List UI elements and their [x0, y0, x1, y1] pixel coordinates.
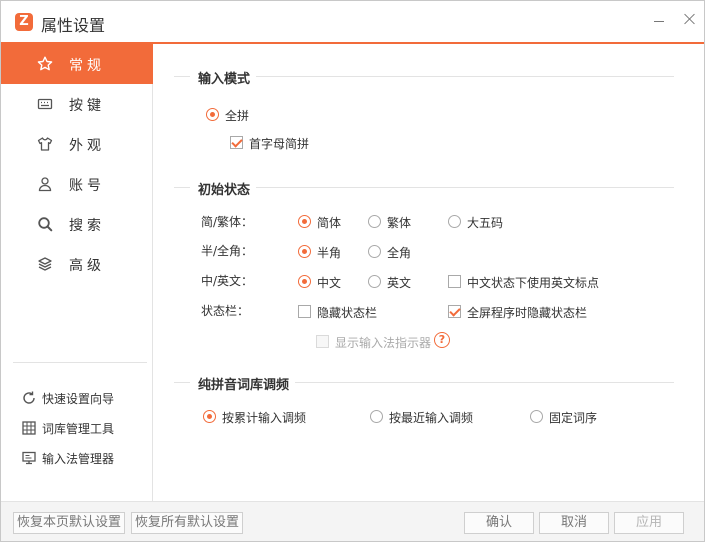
radio-indicator: [203, 410, 216, 423]
footer-bar: 恢复本页默认设置 恢复所有默认设置 确认 取消 应用: [1, 501, 704, 541]
sidebar: 常规 按键 外观 账号 搜索 高级 快速设置向导 词库管理工具 输入法管理器: [1, 44, 153, 501]
checkbox-indicator: [316, 335, 329, 348]
tool-label: 词库管理工具: [42, 422, 115, 436]
close-icon[interactable]: [680, 9, 700, 29]
option-label: 固定词序: [549, 411, 598, 425]
help-icon[interactable]: ?: [434, 332, 450, 348]
row-label-chinese-english: 中/英文：: [201, 274, 254, 288]
sidebar-item-label: 账号: [69, 178, 105, 194]
monitor-icon: [22, 451, 36, 465]
section-title-pinyin-tuning: 纯拼音词库调频: [190, 374, 296, 393]
grid-icon: [22, 421, 36, 435]
settings-window: 属性设置 常规 按键 外观 账号 搜索 高级: [0, 0, 705, 542]
sidebar-item-label: 搜索: [69, 218, 105, 234]
option-label: 全拼: [225, 109, 250, 123]
quick-setup-wizard-link[interactable]: 快速设置向导: [21, 388, 151, 408]
settings-panel: 输入模式 全拼 首字母简拼 初始状态 简/繁体： 简体 繁体 大五码 半/全角：: [154, 44, 704, 501]
option-label: 大五码: [467, 216, 504, 230]
checkbox-indicator: [230, 136, 243, 149]
radio-indicator: [368, 215, 381, 228]
radio-indicator: [206, 108, 219, 121]
row-label-half-full: 半/全角：: [201, 244, 254, 258]
tool-label: 输入法管理器: [42, 452, 115, 466]
option-label: 中文: [317, 276, 342, 290]
option-label: 隐藏状态栏: [317, 306, 378, 320]
sidebar-item-search[interactable]: 搜索: [1, 204, 153, 244]
title-bar: 属性设置: [1, 1, 704, 43]
sidebar-item-label: 外观: [69, 138, 105, 154]
option-label: 半角: [317, 246, 342, 260]
checkbox-indicator: [448, 275, 461, 288]
keyboard-icon: [37, 98, 53, 110]
option-label: 简体: [317, 216, 342, 230]
cancel-button[interactable]: 取消: [539, 512, 609, 534]
refresh-icon: [23, 391, 35, 404]
star-icon: [37, 56, 53, 71]
option-label: 首字母简拼: [249, 137, 310, 151]
radio-indicator: [370, 410, 383, 423]
section-title-input-mode: 输入模式: [190, 68, 257, 87]
search-icon: [38, 217, 53, 232]
option-label: 全屏程序时隐藏状态栏: [467, 306, 588, 320]
window-title: 属性设置: [41, 16, 106, 35]
option-label: 繁体: [387, 216, 412, 230]
option-label: 中文状态下使用英文标点: [467, 276, 600, 290]
sidebar-item-account[interactable]: 账号: [1, 164, 153, 204]
sidebar-item-keys[interactable]: 按键: [1, 84, 153, 124]
radio-indicator: [368, 245, 381, 258]
tool-label: 快速设置向导: [42, 392, 115, 406]
option-label: 按最近输入调频: [389, 411, 474, 425]
option-label: 英文: [387, 276, 412, 290]
layers-icon: [38, 257, 52, 271]
sidebar-divider: [13, 362, 147, 363]
dictionary-tool-link[interactable]: 词库管理工具: [21, 418, 151, 438]
sidebar-item-label: 按键: [69, 98, 105, 114]
ok-button[interactable]: 确认: [464, 512, 534, 534]
radio-indicator: [448, 215, 461, 228]
checkbox-indicator: [448, 305, 461, 318]
option-label: 显示输入法指示器: [335, 336, 432, 350]
row-label-status-bar: 状态栏：: [201, 304, 250, 318]
sidebar-item-advanced[interactable]: 高级: [1, 244, 153, 284]
row-label-simplified-traditional: 简/繁体：: [201, 215, 254, 229]
checkbox-indicator: [298, 305, 311, 318]
apply-button[interactable]: 应用: [614, 512, 684, 534]
minimize-icon[interactable]: [649, 9, 669, 29]
radio-indicator: [298, 215, 311, 228]
sidebar-item-label: 常规: [69, 58, 105, 74]
user-icon: [38, 177, 52, 192]
radio-indicator: [298, 275, 311, 288]
reset-all-button[interactable]: 恢复所有默认设置: [131, 512, 243, 534]
sidebar-item-label: 高级: [69, 258, 105, 274]
radio-indicator: [368, 275, 381, 288]
option-label: 按累计输入调频: [222, 411, 307, 425]
ime-manager-link[interactable]: 输入法管理器: [21, 448, 151, 468]
section-title-initial-state: 初始状态: [190, 179, 257, 198]
shirt-icon: [37, 137, 53, 151]
app-logo-icon: [15, 13, 33, 31]
sidebar-item-appearance[interactable]: 外观: [1, 124, 153, 164]
sidebar-item-general[interactable]: 常规: [1, 44, 153, 84]
reset-page-button[interactable]: 恢复本页默认设置: [13, 512, 125, 534]
radio-indicator: [530, 410, 543, 423]
option-label: 全角: [387, 246, 412, 260]
radio-indicator: [298, 245, 311, 258]
